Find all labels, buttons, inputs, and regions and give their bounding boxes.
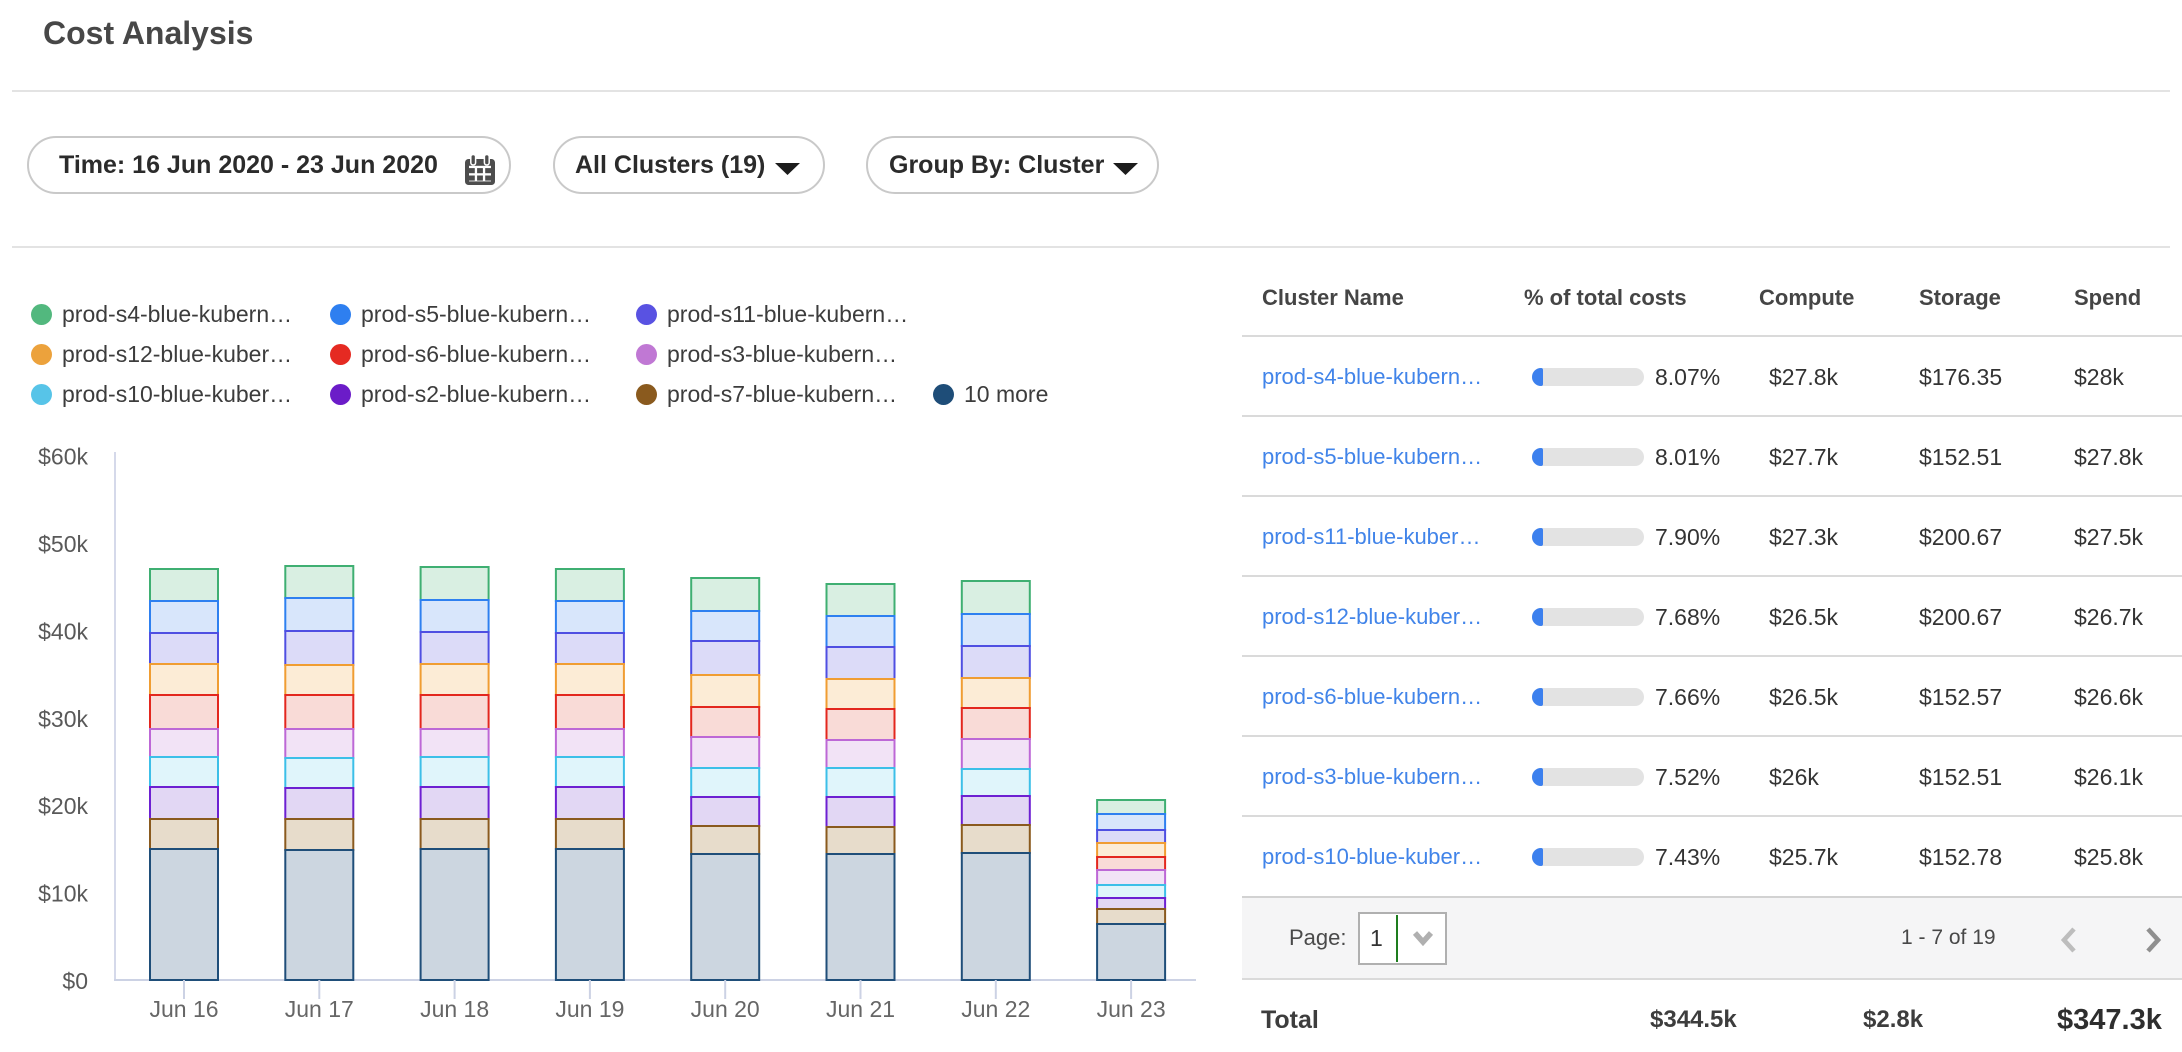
svg-text:$40k: $40k [38, 618, 88, 644]
svg-text:Jun 22: Jun 22 [961, 996, 1030, 1022]
svg-text:Jun 23: Jun 23 [1097, 996, 1166, 1022]
svg-text:Jun 17: Jun 17 [285, 996, 354, 1022]
svg-text:$10k: $10k [38, 881, 88, 907]
svg-text:Jun 20: Jun 20 [691, 996, 760, 1022]
svg-text:$0: $0 [62, 968, 88, 994]
svg-text:$20k: $20k [38, 793, 88, 819]
svg-text:$30k: $30k [38, 706, 88, 732]
svg-text:$50k: $50k [38, 531, 88, 557]
svg-text:Jun 21: Jun 21 [826, 996, 895, 1022]
svg-text:Jun 18: Jun 18 [420, 996, 489, 1022]
svg-text:Jun 16: Jun 16 [149, 996, 218, 1022]
svg-text:$60k: $60k [38, 444, 88, 470]
svg-text:Jun 19: Jun 19 [555, 996, 624, 1022]
